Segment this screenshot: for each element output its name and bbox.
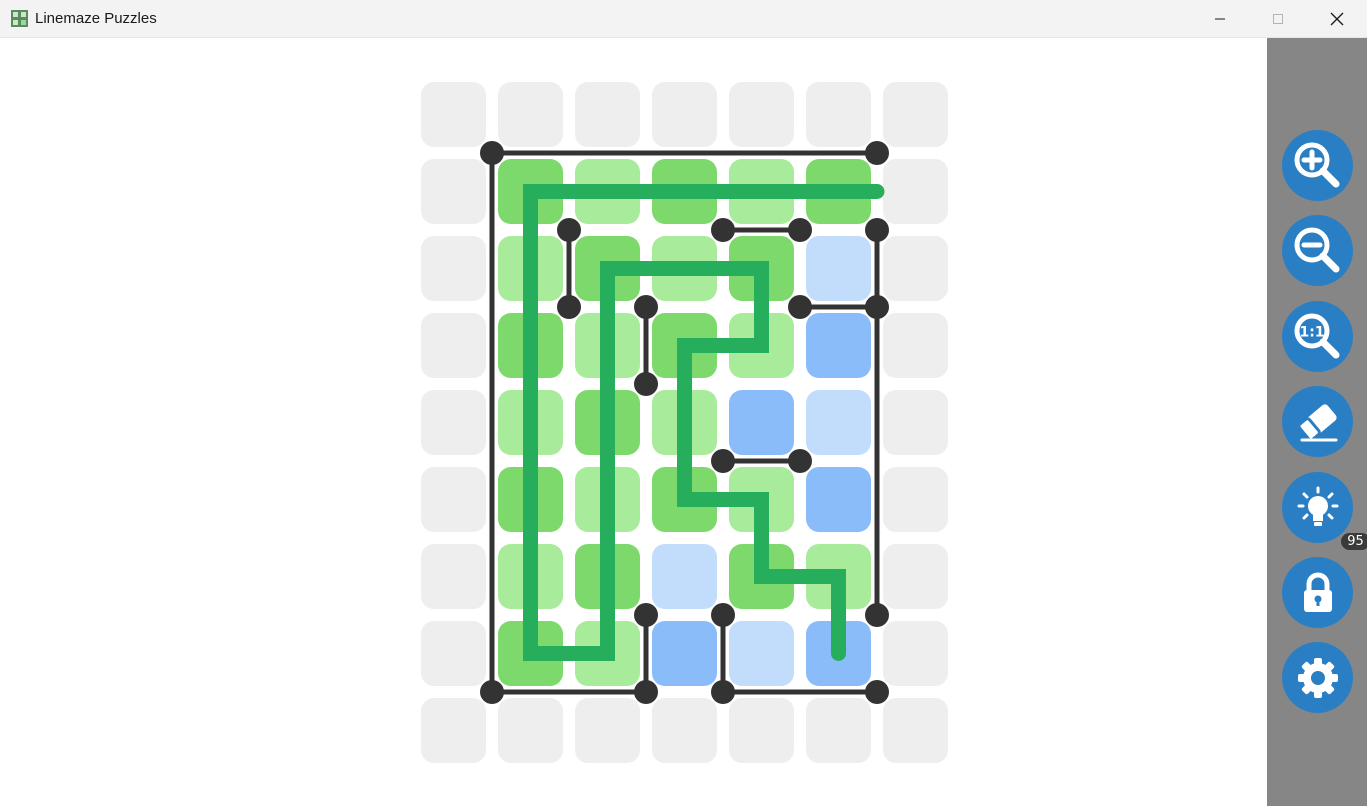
wall-node	[865, 603, 889, 627]
wall-node	[634, 603, 658, 627]
blue-light-cell[interactable]	[652, 544, 717, 609]
hint-count-badge: 95	[1341, 533, 1367, 550]
minimize-button[interactable]	[1191, 0, 1249, 38]
empty-cell[interactable]	[883, 82, 948, 147]
settings-button[interactable]	[1282, 642, 1353, 713]
empty-cell[interactable]	[652, 698, 717, 763]
wall-node	[788, 218, 812, 242]
app-icon	[11, 10, 28, 27]
empty-cell[interactable]	[883, 698, 948, 763]
wall-node	[480, 141, 504, 165]
empty-cell[interactable]	[421, 544, 486, 609]
wall-node	[557, 218, 581, 242]
close-button[interactable]	[1308, 0, 1366, 38]
wall-node	[711, 603, 735, 627]
wall-node	[711, 218, 735, 242]
blue-light-cell[interactable]	[806, 390, 871, 455]
empty-cell[interactable]	[883, 236, 948, 301]
empty-cell[interactable]	[421, 621, 486, 686]
empty-cell[interactable]	[575, 698, 640, 763]
empty-cell[interactable]	[883, 467, 948, 532]
wall-node	[711, 449, 735, 473]
eraser-button[interactable]	[1282, 386, 1353, 457]
zoom-out-icon	[1294, 227, 1339, 272]
wall-node	[865, 680, 889, 704]
wall-node	[557, 295, 581, 319]
empty-cell[interactable]	[652, 82, 717, 147]
eraser-icon	[1297, 403, 1337, 442]
empty-cell[interactable]	[421, 390, 486, 455]
empty-cell[interactable]	[806, 82, 871, 147]
lightbulb-icon	[1297, 486, 1338, 526]
empty-cell[interactable]	[421, 313, 486, 378]
zoom-reset-label: 1:1	[1299, 324, 1324, 340]
wall-node	[480, 680, 504, 704]
empty-cell[interactable]	[883, 313, 948, 378]
zoom-1to1-icon: 1:1	[1294, 313, 1339, 358]
empty-cell[interactable]	[421, 82, 486, 147]
empty-cell[interactable]	[498, 698, 563, 763]
empty-cell[interactable]	[883, 621, 948, 686]
close-icon	[1330, 12, 1344, 26]
maximize-button[interactable]	[1249, 0, 1307, 38]
empty-cell[interactable]	[729, 82, 794, 147]
empty-cell[interactable]	[806, 698, 871, 763]
empty-cell[interactable]	[421, 159, 486, 224]
zoom-in-icon	[1294, 142, 1339, 187]
tool-sidebar: 1:1 95	[1267, 38, 1367, 806]
empty-cell[interactable]	[575, 82, 640, 147]
blue-dark-cell[interactable]	[806, 313, 871, 378]
blue-dark-cell[interactable]	[806, 467, 871, 532]
puzzle-board[interactable]	[0, 38, 1267, 806]
wall-node	[634, 295, 658, 319]
blue-dark-cell[interactable]	[652, 621, 717, 686]
wall-node	[634, 372, 658, 396]
zoom-out-button[interactable]	[1282, 215, 1353, 286]
empty-cell[interactable]	[421, 698, 486, 763]
blue-light-cell[interactable]	[806, 236, 871, 301]
empty-cell[interactable]	[883, 159, 948, 224]
hint-button[interactable]: 95	[1282, 472, 1367, 550]
empty-cell[interactable]	[729, 698, 794, 763]
blue-light-cell[interactable]	[729, 621, 794, 686]
title-bar: Linemaze Puzzles	[0, 0, 1367, 38]
wall-node	[865, 218, 889, 242]
wall-node	[634, 680, 658, 704]
wall-node	[711, 680, 735, 704]
zoom-reset-button[interactable]: 1:1	[1282, 301, 1353, 372]
lock-button[interactable]	[1282, 557, 1353, 628]
empty-cell[interactable]	[421, 236, 486, 301]
zoom-in-button[interactable]	[1282, 130, 1353, 201]
empty-cell[interactable]	[421, 467, 486, 532]
wall-node	[788, 295, 812, 319]
wall-node	[865, 295, 889, 319]
gear-icon	[1297, 657, 1338, 698]
empty-cell[interactable]	[883, 390, 948, 455]
empty-cell[interactable]	[883, 544, 948, 609]
minimize-icon	[1215, 18, 1225, 20]
window-title: Linemaze Puzzles	[35, 10, 157, 27]
maximize-icon	[1273, 14, 1283, 24]
empty-cell[interactable]	[498, 82, 563, 147]
lock-icon	[1303, 572, 1332, 612]
blue-dark-cell[interactable]	[729, 390, 794, 455]
board-area[interactable]	[0, 38, 1267, 806]
wall-node	[865, 141, 889, 165]
wall-node	[788, 449, 812, 473]
